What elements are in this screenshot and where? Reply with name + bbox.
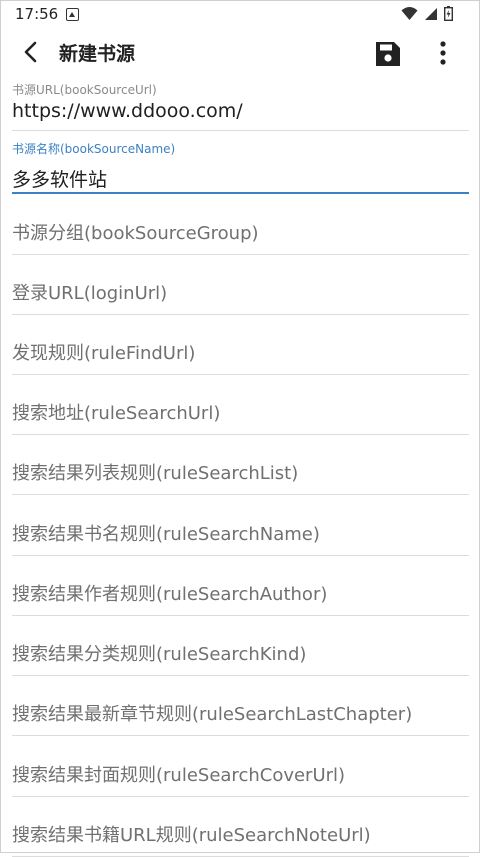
rule-search-author-placeholder: 搜索结果作者规则(ruleSearchAuthor) bbox=[12, 584, 328, 605]
app-bar: 新建书源 bbox=[1, 27, 479, 79]
wifi-icon bbox=[401, 6, 418, 20]
divider bbox=[12, 130, 469, 131]
rule-search-author-field[interactable]: 搜索结果作者规则(ruleSearchAuthor) bbox=[12, 576, 469, 616]
rule-search-last-chapter-field[interactable]: 搜索结果最新章节规则(ruleSearchLastChapter) bbox=[12, 696, 469, 736]
signal-icon bbox=[425, 7, 437, 20]
divider bbox=[12, 434, 469, 435]
divider bbox=[12, 735, 469, 736]
rule-search-url-placeholder: 搜索地址(ruleSearchUrl) bbox=[12, 403, 221, 424]
rule-search-kind-placeholder: 搜索结果分类规则(ruleSearchKind) bbox=[12, 644, 307, 665]
page-title: 新建书源 bbox=[59, 43, 136, 65]
battery-icon bbox=[444, 6, 453, 21]
divider bbox=[12, 796, 469, 797]
more-vert-icon[interactable] bbox=[433, 39, 453, 67]
rule-search-note-url-placeholder: 搜索结果书籍URL规则(ruleSearchNoteUrl) bbox=[12, 825, 371, 846]
status-bar: 17:56 bbox=[1, 1, 479, 27]
login-url-field[interactable]: 登录URL(loginUrl) bbox=[12, 275, 469, 315]
source-name-field[interactable]: 书源名称(bookSourceName) 多多软件站 bbox=[12, 140, 469, 194]
rule-search-list-placeholder: 搜索结果列表规则(ruleSearchList) bbox=[12, 463, 299, 484]
source-group-placeholder: 书源分组(bookSourceGroup) bbox=[12, 223, 259, 244]
back-arrow-icon[interactable] bbox=[19, 39, 45, 65]
rule-search-name-field[interactable]: 搜索结果书名规则(ruleSearchName) bbox=[12, 516, 469, 556]
rule-search-note-url-field[interactable]: 搜索结果书籍URL规则(ruleSearchNoteUrl) bbox=[12, 817, 469, 857]
status-time: 17:56 bbox=[15, 5, 59, 23]
divider bbox=[12, 615, 469, 616]
rule-search-kind-field[interactable]: 搜索结果分类规则(ruleSearchKind) bbox=[12, 636, 469, 676]
rule-search-cover-url-placeholder: 搜索结果封面规则(ruleSearchCoverUrl) bbox=[12, 765, 346, 786]
divider bbox=[12, 314, 469, 315]
divider bbox=[12, 675, 469, 676]
divider bbox=[12, 374, 469, 375]
divider bbox=[12, 555, 469, 556]
source-url-value[interactable]: https://www.ddooo.com/ bbox=[12, 100, 469, 122]
rule-find-url-field[interactable]: 发现规则(ruleFindUrl) bbox=[12, 335, 469, 375]
rule-search-list-field[interactable]: 搜索结果列表规则(ruleSearchList) bbox=[12, 455, 469, 495]
save-icon[interactable] bbox=[375, 41, 401, 67]
rule-search-cover-url-field[interactable]: 搜索结果封面规则(ruleSearchCoverUrl) bbox=[12, 757, 469, 797]
divider bbox=[12, 192, 469, 194]
source-name-label: 书源名称(bookSourceName) bbox=[12, 142, 176, 156]
rule-find-url-placeholder: 发现规则(ruleFindUrl) bbox=[12, 343, 196, 364]
rule-search-url-field[interactable]: 搜索地址(ruleSearchUrl) bbox=[12, 395, 469, 435]
notification-icon bbox=[66, 7, 80, 21]
rule-search-name-placeholder: 搜索结果书名规则(ruleSearchName) bbox=[12, 524, 320, 545]
source-name-value[interactable]: 多多软件站 bbox=[12, 165, 469, 192]
rule-search-last-chapter-placeholder: 搜索结果最新章节规则(ruleSearchLastChapter) bbox=[12, 704, 413, 725]
source-url-field[interactable]: 书源URL(bookSourceUrl) https://www.ddooo.c… bbox=[12, 81, 469, 131]
status-icons bbox=[401, 6, 453, 21]
divider bbox=[12, 254, 469, 255]
source-group-field[interactable]: 书源分组(bookSourceGroup) bbox=[12, 215, 469, 255]
login-url-placeholder: 登录URL(loginUrl) bbox=[12, 283, 168, 304]
divider bbox=[12, 494, 469, 495]
source-url-label: 书源URL(bookSourceUrl) bbox=[12, 83, 157, 97]
